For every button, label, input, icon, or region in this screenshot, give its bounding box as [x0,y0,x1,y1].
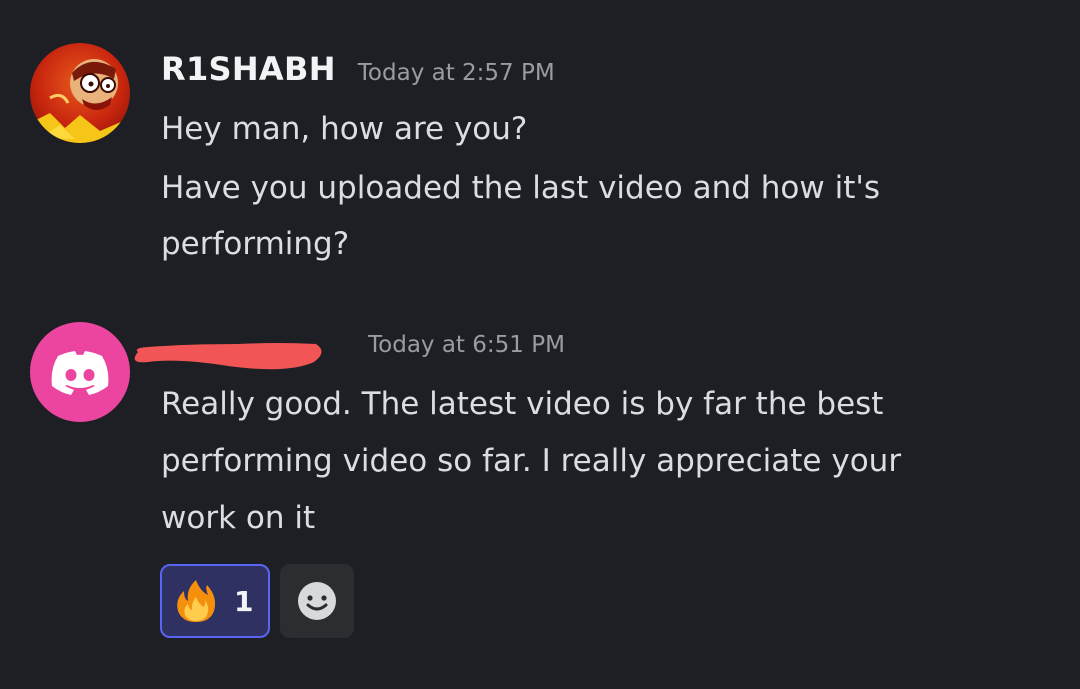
message-header: Today at 6:51 PM [161,332,565,372]
message-text-line: Hey man, how are you? [161,111,528,147]
username-redacted[interactable] [161,351,346,352]
message-text-line: work on it [161,500,316,536]
smiley-add-reaction-icon [298,582,336,620]
fire-emoji-icon [177,580,216,622]
username[interactable]: R1SHABH [161,50,336,88]
message-header: R1SHABH Today at 2:57 PM [161,50,555,90]
timestamp: Today at 2:57 PM [357,60,555,86]
cartoon-avatar-icon [30,43,130,143]
reaction-fire[interactable]: 1 [160,564,270,638]
message-text-line: performing video so far. I really apprec… [161,443,902,479]
chat-message-list: R1SHABH Today at 2:57 PM Hey man, how ar… [0,0,1080,689]
add-reaction-button[interactable] [280,564,354,638]
message-text-line: Really good. The latest video is by far … [161,386,884,422]
discord-logo-icon [51,351,109,395]
timestamp: Today at 6:51 PM [368,332,565,358]
reactions-bar: 1 [160,564,354,638]
user-avatar[interactable] [30,322,130,422]
message-text-line: performing? [161,226,350,262]
user-avatar[interactable] [30,43,130,143]
reaction-count: 1 [234,584,254,618]
message-text-line: Have you uploaded the last video and how… [161,170,881,206]
